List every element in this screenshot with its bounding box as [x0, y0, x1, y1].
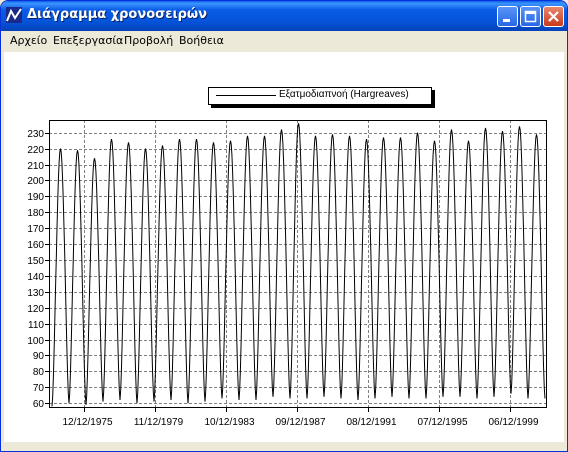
maximize-icon [524, 10, 537, 23]
status-bar [1, 442, 567, 451]
y-tick-label: 180 [27, 208, 44, 219]
minimize-icon [503, 19, 510, 22]
y-tick-label: 210 [27, 161, 44, 172]
y-tick-label: 110 [28, 320, 44, 331]
menu-help[interactable]: Βοήθεια [179, 34, 224, 47]
y-tick-label: 60 [33, 399, 45, 410]
window-title: Διάγραμμα χρονοσειρών [27, 7, 208, 22]
y-tick-label: 120 [27, 304, 44, 315]
chart-legend: Εξατμοδιαπνοή (Hargreaves) [208, 87, 432, 105]
timeseries-chart: 60 70 80 90 100 110 120 130 140 150 160 170 180 190 20… [27, 120, 547, 428]
menu-view[interactable]: Προβολή [124, 34, 173, 47]
y-tick-label: 190 [27, 192, 44, 203]
main-window: Διάγραμμα χρονοσειρών Αρχείο Επεξεργασία… [0, 0, 568, 452]
close-icon [548, 11, 559, 22]
close-button[interactable] [543, 6, 564, 27]
y-tick-label: 80 [33, 367, 45, 378]
minimize-button[interactable] [497, 6, 518, 27]
legend-label: Εξατμοδιαπνοή (Hargreaves) [279, 89, 409, 100]
y-tick-label: 90 [33, 351, 45, 362]
y-tick-label: 70 [33, 383, 45, 394]
maximize-button[interactable] [520, 6, 541, 27]
y-tick-label: 150 [27, 256, 44, 267]
y-tick-label: 220 [27, 145, 44, 156]
chart-app-icon [6, 7, 22, 23]
menu-file[interactable]: Αρχείο [10, 34, 47, 47]
y-tick-label: 100 [27, 336, 44, 347]
x-tick-label: 06/12/1999 [488, 417, 538, 428]
legend-line-swatch [216, 95, 276, 96]
chart-area: 60 70 80 90 100 110 120 130 140 150 160 170 180 190 20… [4, 52, 564, 442]
x-tick-label: 11/12/1979 [134, 417, 184, 428]
menu-bar: Αρχείο Επεξεργασία Προβολή Βοήθεια [1, 31, 567, 51]
x-tick-label: 10/12/1983 [204, 417, 254, 428]
x-tick-label: 08/12/1991 [346, 417, 396, 428]
menu-edit[interactable]: Επεξεργασία [53, 34, 123, 47]
title-bar[interactable]: Διάγραμμα χρονοσειρών [1, 1, 567, 31]
y-tick-label: 160 [27, 240, 44, 251]
y-tick-label: 170 [27, 224, 44, 235]
y-tick-label: 140 [27, 272, 44, 283]
x-tick-label: 09/12/1987 [275, 417, 325, 428]
x-tick-label: 12/12/1975 [62, 417, 112, 428]
y-tick-label: 230 [27, 129, 44, 140]
y-tick-label: 200 [27, 176, 44, 187]
y-tick-label: 130 [27, 288, 44, 299]
x-tick-label: 07/12/1995 [417, 417, 467, 428]
